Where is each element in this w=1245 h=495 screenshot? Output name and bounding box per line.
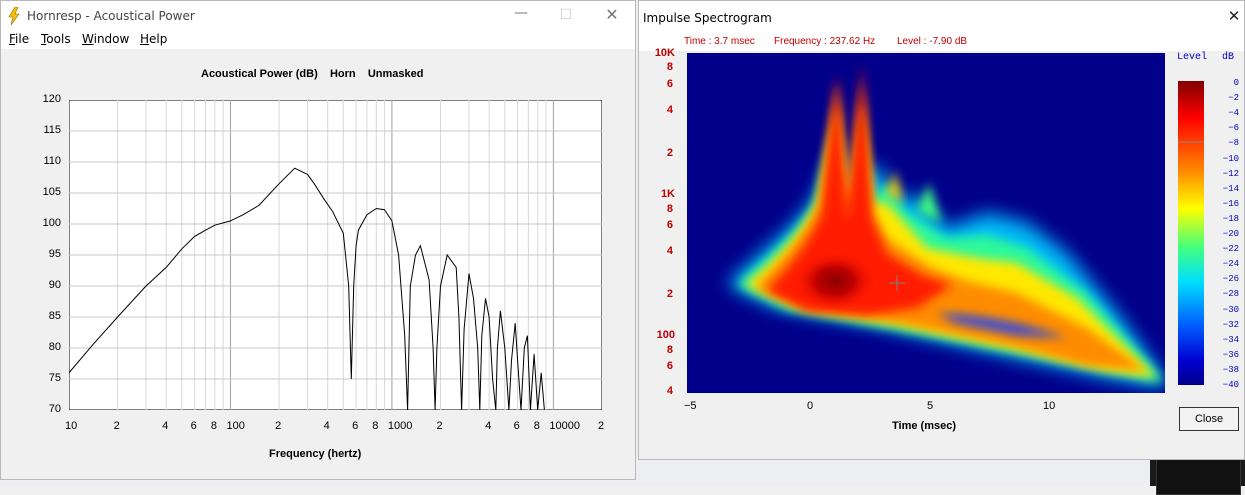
- peak-region: [793, 251, 877, 311]
- f-tick: 1K: [660, 188, 675, 200]
- x-tick-label: 6: [190, 420, 197, 432]
- colorbar-tick: −32: [1222, 319, 1239, 330]
- x-tick-label: 2: [113, 420, 120, 432]
- x-tick-label: 6: [352, 420, 359, 432]
- readout-time: Time : 3.7 msec: [684, 36, 755, 47]
- y-tick-label: 75: [48, 372, 61, 384]
- f-tick: 4: [666, 104, 673, 116]
- spectrogram-window: Impulse Spectrogram ✕ Time : 3.7 msec Fr…: [638, 0, 1245, 460]
- y-tick-label: 90: [48, 279, 61, 291]
- f-tick: 10K: [654, 47, 675, 59]
- t-tick: −5: [684, 400, 697, 412]
- f-tick: 8: [666, 203, 673, 215]
- t-tick: 5: [927, 400, 934, 412]
- colorbar-tick: −8: [1228, 138, 1239, 149]
- menu-window[interactable]: Window: [82, 32, 129, 46]
- menu-help[interactable]: Help: [140, 32, 167, 46]
- x-tick-label: 2: [275, 420, 282, 432]
- x-tick-label: 8: [210, 420, 217, 432]
- x-tick-label: 8: [533, 420, 540, 432]
- x-tick-label: 6: [513, 420, 520, 432]
- colorbar-unit: dB: [1222, 52, 1235, 63]
- f-tick: 6: [666, 78, 673, 90]
- colorbar-tick: −22: [1222, 244, 1239, 255]
- close-button[interactable]: Close: [1179, 407, 1239, 431]
- x-tick-label: 4: [485, 420, 492, 432]
- colorbar-tick: −2: [1228, 93, 1239, 104]
- colorbar-tick: −36: [1222, 349, 1239, 360]
- colorbar-tick: −4: [1228, 108, 1239, 119]
- colorbar-tick: −6: [1228, 123, 1239, 134]
- f-tick: 6: [666, 360, 673, 372]
- colorbar-tick: −26: [1222, 274, 1239, 285]
- close-icon[interactable]: ✕: [1219, 7, 1245, 25]
- t-tick: 0: [807, 400, 814, 412]
- y-tick-label: 80: [48, 341, 61, 353]
- x-tick-label: 10000: [549, 420, 580, 432]
- colorbar-tick: −18: [1222, 213, 1239, 224]
- f-tick: 4: [666, 245, 673, 257]
- menu-bar: File Tools Window Help: [1, 31, 635, 49]
- colorbar: [1178, 81, 1204, 385]
- x-tick-label: 8: [372, 420, 379, 432]
- maximize-icon[interactable]: ☐: [551, 7, 581, 23]
- colorbar-tick: −28: [1222, 289, 1239, 300]
- x-axis-title: Frequency (hertz): [269, 448, 362, 460]
- f-tick: 2: [666, 288, 673, 300]
- minimize-icon[interactable]: —: [506, 5, 536, 21]
- colorbar-tick: −16: [1222, 198, 1239, 209]
- title-bar[interactable]: Impulse Spectrogram ✕: [639, 1, 1244, 33]
- time-axis-title: Time (msec): [892, 420, 956, 432]
- y-tick-label: 85: [48, 310, 61, 322]
- window-title: Hornresp - Acoustical Power: [27, 9, 195, 23]
- readout-frequency: Frequency : 237.62 Hz: [774, 36, 876, 47]
- colorbar-tick: −40: [1222, 380, 1239, 390]
- colorbar-tick: −10: [1222, 153, 1239, 164]
- x-tick-label: 4: [162, 420, 169, 432]
- readout-level: Level : -7.90 dB: [897, 36, 968, 47]
- x-tick-label: 2: [436, 420, 443, 432]
- cursor-readout: Time : 3.7 msec Frequency : 237.62 Hz Le…: [639, 33, 1244, 51]
- chart-title: Acoustical Power (dB) Horn Unmasked: [201, 68, 424, 80]
- colorbar-tick: −12: [1222, 168, 1239, 179]
- y-tick-label: 115: [43, 124, 61, 136]
- lightning-icon: [8, 7, 20, 25]
- menu-tools[interactable]: Tools: [41, 32, 71, 46]
- close-icon[interactable]: ✕: [597, 5, 627, 24]
- f-tick: 6: [666, 219, 673, 231]
- colorbar-title: Level: [1177, 52, 1208, 63]
- f-tick: 4: [666, 385, 673, 397]
- t-tick: 10: [1043, 400, 1056, 412]
- f-tick: 8: [666, 61, 673, 73]
- x-tick-label: 100: [226, 420, 245, 432]
- colorbar-tick: 0: [1233, 78, 1239, 88]
- y-tick-label: 100: [42, 217, 61, 229]
- colorbar-tick: −20: [1222, 229, 1239, 239]
- y-tick-label: 95: [48, 248, 61, 260]
- colorbar-tick: −14: [1222, 183, 1239, 194]
- colorbar-tick: −24: [1222, 259, 1239, 270]
- colorbar-tick: −34: [1222, 334, 1239, 345]
- x-tick-label: 1000: [387, 420, 413, 432]
- spectrogram-plot[interactable]: [687, 53, 1165, 393]
- y-tick-label: 110: [43, 155, 61, 167]
- title-bar[interactable]: Hornresp - Acoustical Power — ☐ ✕: [1, 1, 635, 31]
- y-tick-label: 120: [42, 93, 61, 105]
- f-tick: 8: [666, 344, 673, 356]
- colorbar-tick: −38: [1222, 364, 1239, 375]
- menu-file[interactable]: File: [9, 32, 29, 46]
- y-tick-label: 70: [48, 403, 61, 415]
- colorbar-tick: −30: [1222, 304, 1239, 315]
- f-tick: 2: [666, 147, 673, 159]
- x-tick-label: 2: [598, 420, 605, 432]
- y-tick-label: 105: [42, 186, 61, 198]
- hornresp-window: Hornresp - Acoustical Power — ☐ ✕ File T…: [0, 0, 636, 480]
- x-tick-label: 10: [65, 420, 78, 432]
- power-chart: [69, 100, 602, 410]
- f-tick: 100: [656, 329, 675, 341]
- x-tick-label: 4: [323, 420, 330, 432]
- window-title: Impulse Spectrogram: [643, 11, 772, 25]
- background-panel: [1156, 455, 1241, 495]
